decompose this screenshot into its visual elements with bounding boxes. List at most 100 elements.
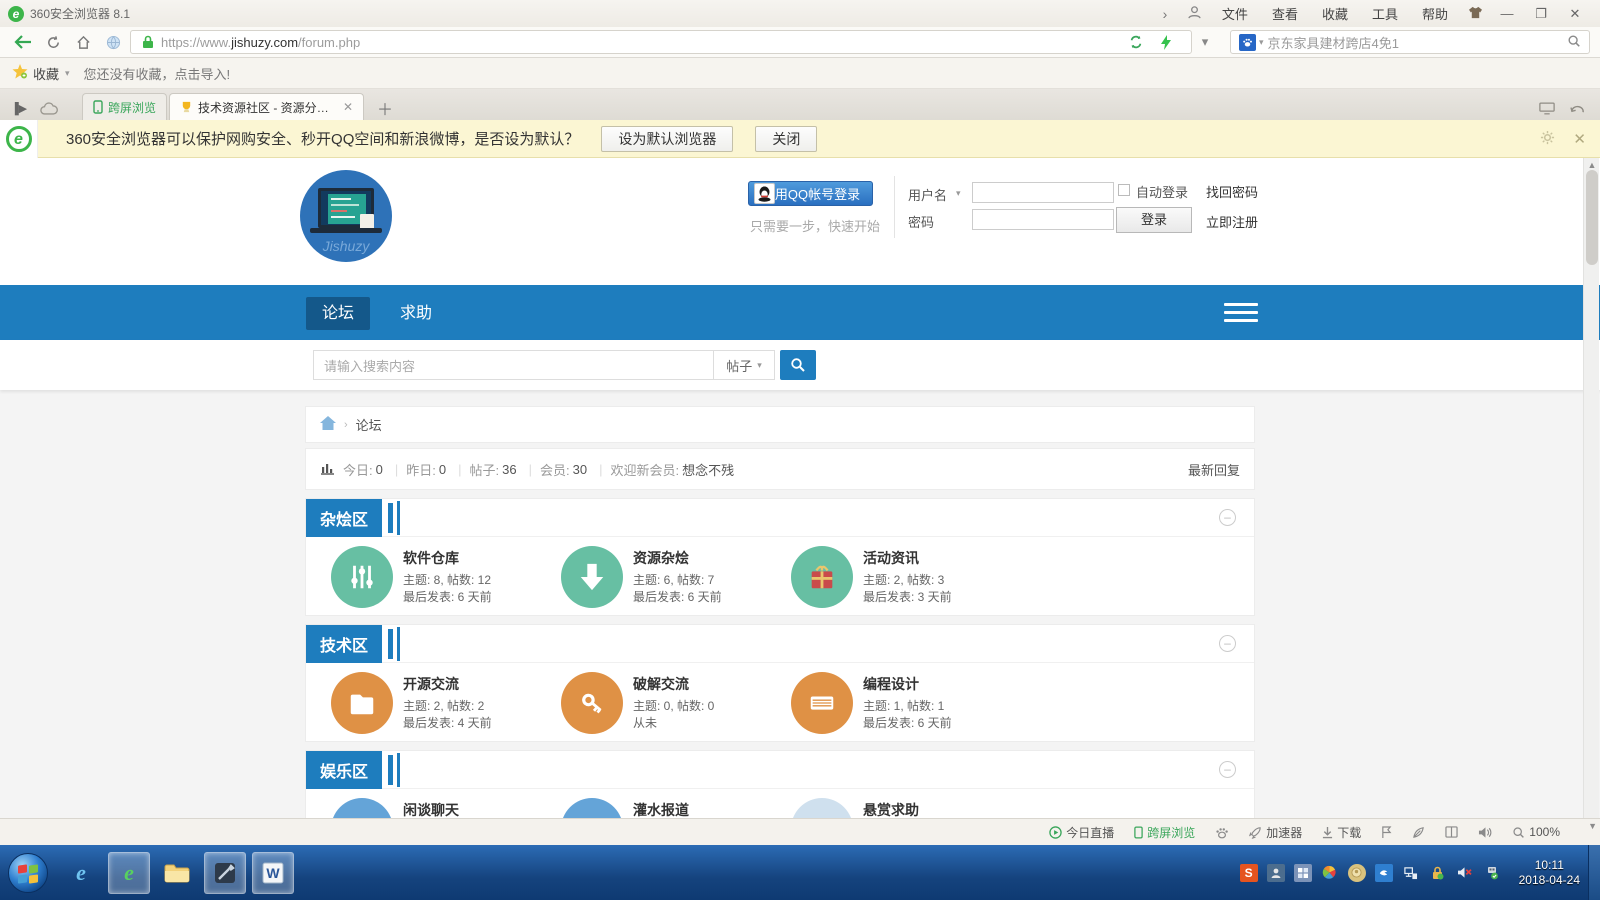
back-icon[interactable] [10, 30, 36, 54]
split-window-icon[interactable] [1445, 826, 1458, 838]
forum-item[interactable]: 资源杂烩 主题: 6, 帖数: 7 最后发表: 6 天前 [561, 546, 791, 608]
web-search-box[interactable]: ▾ 京东家具建材跨店4免1 [1230, 30, 1590, 54]
forum-item[interactable]: 软件仓库 主题: 8, 帖数: 12 最后发表: 6 天前 [331, 546, 561, 608]
tab-close-icon[interactable]: ✕ [343, 100, 353, 114]
forum-title[interactable]: 软件仓库 [403, 548, 492, 568]
forum-title[interactable]: 悬赏求助 [863, 800, 919, 818]
forum-title[interactable]: 编程设计 [863, 674, 952, 694]
site-safety-icon[interactable] [100, 30, 126, 54]
latest-reply-link[interactable]: 最新回复 [1188, 460, 1240, 479]
thunder-tray-icon[interactable] [1375, 864, 1393, 882]
auto-login-checkbox[interactable] [1118, 184, 1130, 196]
zoom-level-control[interactable]: 100% [1512, 825, 1560, 839]
search-engine-caret-icon[interactable]: ▾ [1259, 37, 1264, 48]
forum-title[interactable]: 破解交流 [633, 674, 714, 694]
section-collapse-icon[interactable]: – [1219, 761, 1236, 778]
photos-pinwheel-tray-icon[interactable] [1321, 864, 1339, 882]
flag-report-icon[interactable] [1381, 826, 1392, 839]
favorites-label[interactable]: 收藏 [33, 64, 59, 83]
download-button[interactable]: 下载 [1322, 824, 1361, 841]
tab-list-icon[interactable]: ▐▶ [6, 96, 32, 120]
section-title[interactable]: 技术区 [306, 625, 382, 663]
forum-lastpost[interactable]: 最后发表: 3 天前 [863, 589, 952, 606]
site-logo[interactable]: Jishuzy [300, 170, 392, 262]
tab-cross-screen[interactable]: 跨屏浏览 [82, 93, 167, 120]
explorer-folder-taskbar-icon[interactable] [156, 852, 198, 894]
usb-safe-remove-tray-icon[interactable] [1483, 864, 1501, 882]
user-account-icon[interactable] [1180, 5, 1210, 23]
taskbar-clock[interactable]: 10:11 2018-04-24 [1519, 858, 1580, 888]
minimize-button[interactable]: — [1490, 3, 1524, 25]
nav-tab-help[interactable]: 求助 [384, 297, 448, 330]
breadcrumb-home-icon[interactable] [320, 416, 336, 433]
bookmarks-import-hint[interactable]: 您还没有收藏，点击导入! [84, 64, 231, 83]
forum-title[interactable]: 开源交流 [403, 674, 492, 694]
section-collapse-icon[interactable]: – [1219, 635, 1236, 652]
restore-button[interactable]: ❐ [1524, 3, 1558, 25]
forum-item[interactable]: 悬赏求助 [791, 798, 1021, 818]
forum-title[interactable]: 灌水报道 [633, 800, 689, 818]
close-button[interactable]: ✕ [1558, 3, 1592, 25]
volume-muted-tray-icon[interactable] [1456, 864, 1474, 882]
start-button[interactable] [8, 853, 48, 893]
360-browser-taskbar-icon[interactable]: e [108, 852, 150, 894]
forum-lastpost[interactable]: 最后发表: 6 天前 [633, 589, 722, 606]
forum-item[interactable]: 开源交流 主题: 2, 帖数: 2 最后发表: 4 天前 [331, 672, 561, 734]
speed-bolt-icon[interactable] [1153, 30, 1179, 54]
section-collapse-icon[interactable]: – [1219, 509, 1236, 526]
forum-item[interactable]: 活动资讯 主题: 2, 帖数: 3 最后发表: 3 天前 [791, 546, 1021, 608]
username-field[interactable] [972, 182, 1114, 203]
search-scope-select[interactable]: 帖子 ▾ [713, 350, 775, 380]
forum-title[interactable]: 资源杂烩 [633, 548, 722, 568]
favorites-star-icon[interactable] [12, 64, 28, 82]
notice-dismiss-icon[interactable]: ✕ [1573, 130, 1586, 148]
username-caret-icon[interactable]: ▾ [956, 188, 961, 199]
forum-title[interactable]: 活动资讯 [863, 548, 952, 568]
menu-tools[interactable]: 工具 [1360, 4, 1410, 23]
nav-tab-forum[interactable]: 论坛 [306, 297, 370, 330]
forum-search-input[interactable]: 请输入搜索内容 [313, 350, 713, 380]
scrollbar-thumb[interactable] [1586, 170, 1598, 265]
menu-view[interactable]: 查看 [1260, 4, 1310, 23]
forum-lastpost[interactable]: 最后发表: 6 天前 [403, 589, 492, 606]
live-today-button[interactable]: 今日直播 [1049, 824, 1114, 841]
menu-favorites[interactable]: 收藏 [1310, 4, 1360, 23]
section-title[interactable]: 娱乐区 [306, 751, 382, 789]
find-password-link[interactable]: 找回密码 [1206, 182, 1258, 201]
network-tray-icon[interactable] [1402, 864, 1420, 882]
url-input[interactable]: https://www. jishuzy.com /forum.php [130, 30, 1192, 54]
coin-tray-icon[interactable] [1348, 864, 1366, 882]
safety-lock-tray-icon[interactable] [1429, 864, 1447, 882]
menu-file[interactable]: 文件 [1210, 4, 1260, 23]
notice-settings-gear-icon[interactable] [1540, 130, 1555, 148]
volume-icon[interactable] [1478, 826, 1492, 839]
home-icon[interactable] [70, 30, 96, 54]
forum-search-button[interactable] [780, 350, 816, 380]
menu-help[interactable]: 帮助 [1410, 4, 1460, 23]
newest-member-link[interactable]: 想念不残 [682, 460, 734, 479]
word-taskbar-icon[interactable]: W [252, 852, 294, 894]
nav-menu-hamburger-icon[interactable] [1224, 303, 1258, 327]
section-title[interactable]: 杂烩区 [306, 499, 382, 537]
breadcrumb-current[interactable]: 论坛 [356, 415, 382, 434]
theme-skin-icon[interactable] [1460, 6, 1490, 22]
sogou-tray-icon[interactable]: S [1240, 864, 1258, 882]
login-button[interactable]: 登录 [1116, 207, 1192, 233]
refresh-icon[interactable] [40, 30, 66, 54]
forum-title[interactable]: 闲谈聊天 [403, 800, 459, 818]
search-go-icon[interactable] [1567, 34, 1581, 51]
forum-item[interactable]: 编程设计 主题: 1, 帖数: 1 最后发表: 6 天前 [791, 672, 1021, 734]
notice-close-button[interactable]: 关闭 [755, 126, 817, 152]
translate-icon[interactable] [1123, 30, 1149, 54]
url-dropdown-icon[interactable]: ▾ [1192, 30, 1218, 54]
grid-app-tray-icon[interactable] [1294, 864, 1312, 882]
note-feather-icon[interactable] [1412, 826, 1425, 839]
register-link[interactable]: 立即注册 [1206, 212, 1258, 231]
scroll-down-icon[interactable]: ▼ [1588, 821, 1597, 831]
forum-lastpost[interactable]: 最后发表: 4 天前 [403, 715, 492, 732]
set-default-button[interactable]: 设为默认浏览器 [601, 126, 733, 152]
collapse-toolbar-icon[interactable]: › [1150, 6, 1180, 22]
forum-item[interactable]: 灌水报道 [561, 798, 791, 818]
password-field[interactable] [972, 209, 1114, 230]
game-paw-icon[interactable] [1215, 826, 1229, 839]
